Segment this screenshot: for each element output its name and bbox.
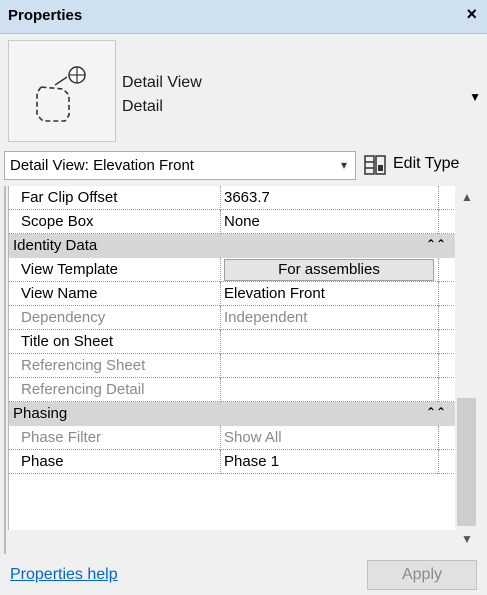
column-divider [438,210,439,234]
property-name: Phase Filter [21,429,102,446]
detail-callout-icon [8,40,116,142]
group-title: Identity Data [13,237,98,254]
type-name: Detail [122,98,163,115]
column-divider [438,354,439,378]
panel-border [4,186,6,554]
property-row[interactable]: Far Clip Offset 3663.7 [9,186,456,210]
vertical-scrollbar[interactable]: ▲ ▼ [455,186,478,551]
property-row[interactable]: Phase Phase 1 [9,450,456,474]
property-name: Scope Box [21,213,94,230]
column-divider [220,306,221,330]
property-row[interactable]: Referencing Sheet [9,354,456,378]
property-name: Referencing Detail [21,381,145,398]
title-bar: Properties × [0,0,487,34]
property-name: Phase [21,453,64,470]
column-divider [438,186,439,210]
property-row[interactable]: Title on Sheet [9,330,456,354]
property-name: Dependency [21,309,106,326]
column-divider [220,258,221,282]
edit-type-label: Edit Type [393,155,460,172]
edit-type-icon [364,155,386,175]
property-value[interactable]: Phase 1 [224,453,279,470]
properties-help-link[interactable]: Properties help [10,566,118,584]
property-name: Title on Sheet [21,333,113,350]
column-divider [220,378,221,402]
chevron-down-icon[interactable]: ▼ [469,90,481,104]
group-header[interactable]: Phasing ⌃⌃ [9,402,456,426]
property-name: View Template [21,261,119,278]
column-divider [220,426,221,450]
scroll-down-icon[interactable]: ▼ [461,532,473,546]
property-row[interactable]: Phase Filter Show All [9,426,456,450]
column-divider [438,330,439,354]
property-row[interactable]: Dependency Independent [9,306,456,330]
property-row[interactable]: Scope Box None [9,210,456,234]
column-divider [438,450,439,474]
property-name: View Name [21,285,98,302]
chevron-down-icon: ▾ [340,158,347,172]
instance-selector-dropdown[interactable]: Detail View: Elevation Front ▾ [4,151,356,180]
properties-grid[interactable]: Far Clip Offset 3663.7 Scope Box None Identi… [8,186,456,530]
column-divider [220,210,221,234]
property-row[interactable]: View Name Elevation Front [9,282,456,306]
view-template-button[interactable]: For assemblies [224,259,434,281]
collapse-icon[interactable]: ⌃⌃ [426,237,446,251]
property-row[interactable]: Referencing Detail [9,378,456,402]
property-value[interactable]: None [224,213,260,230]
column-divider [220,450,221,474]
type-family: Detail View [122,74,202,91]
property-value: Show All [224,429,282,446]
window-title: Properties [8,7,83,24]
scrollbar-thumb[interactable] [457,398,476,526]
instance-selector-value: Detail View: Elevation Front [10,157,194,174]
column-divider [438,282,439,306]
column-divider [220,282,221,306]
property-name: Referencing Sheet [21,357,146,374]
property-value: Independent [224,309,308,326]
collapse-icon[interactable]: ⌃⌃ [426,405,446,419]
column-divider [438,378,439,402]
column-divider [438,426,439,450]
apply-button[interactable]: Apply [367,560,477,590]
property-value[interactable]: Elevation Front [224,285,325,302]
column-divider [220,354,221,378]
column-divider [438,258,439,282]
footer: Properties help Apply [0,556,487,595]
close-button[interactable]: × [466,4,477,25]
scroll-up-icon[interactable]: ▲ [461,190,473,204]
property-name: Far Clip Offset [21,189,118,206]
group-title: Phasing [13,405,68,422]
column-divider [220,186,221,210]
column-divider [220,330,221,354]
property-row[interactable]: View Template For assemblies [9,258,456,282]
property-value[interactable]: 3663.7 [224,189,270,206]
type-selector-panel[interactable]: Detail View Detail ▼ [0,34,487,146]
grid-empty-area [9,522,456,530]
group-header[interactable]: Identity Data ⌃⌃ [9,234,456,258]
column-divider [438,306,439,330]
